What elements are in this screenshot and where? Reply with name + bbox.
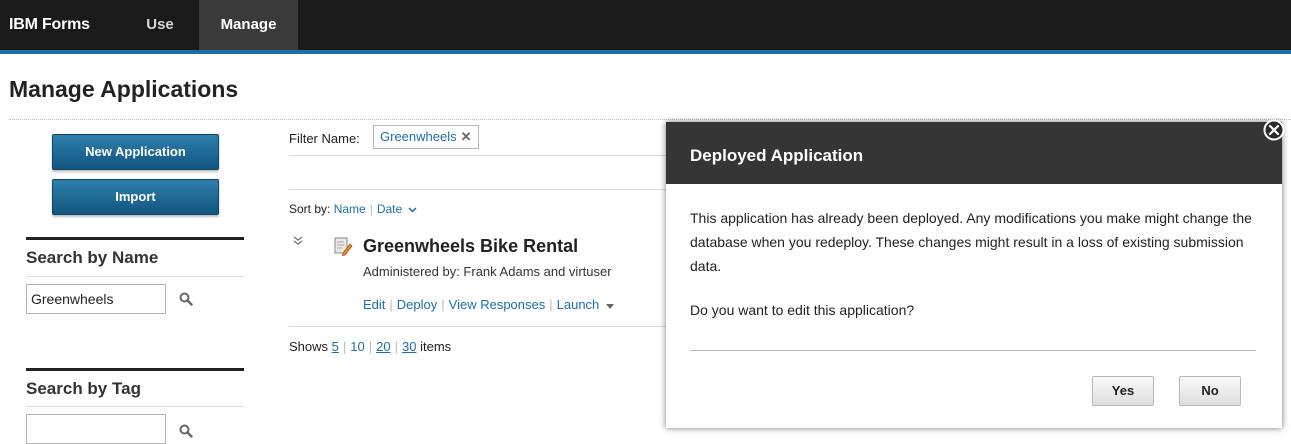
nav-manage[interactable]: Manage: [199, 0, 298, 50]
search-by-name-rule: [26, 237, 244, 240]
divider: |: [441, 297, 445, 312]
sort-by-date-link[interactable]: Date: [377, 202, 402, 216]
dialog-message: This application has already been deploy…: [690, 210, 1252, 274]
sort-bar: Sort by: Name | Date: [289, 202, 417, 216]
application-actions: Edit | Deploy | View Responses | Launch: [363, 297, 614, 312]
filter-chip-text: Greenwheels: [380, 129, 457, 144]
page-size-20[interactable]: 20: [376, 339, 390, 354]
sort-label: Sort by:: [289, 202, 331, 216]
view-responses-link[interactable]: View Responses: [449, 297, 546, 312]
yes-button[interactable]: Yes: [1092, 376, 1154, 406]
import-button[interactable]: Import: [52, 179, 219, 215]
launch-link[interactable]: Launch: [557, 297, 600, 312]
sort-divider: [289, 189, 666, 190]
title-divider: [9, 119, 1291, 120]
divider: |: [389, 297, 393, 312]
expand-toggle-icon[interactable]: [293, 236, 303, 246]
search-by-tag-title: Search by Tag: [26, 379, 141, 398]
divider: |: [394, 339, 398, 354]
caret-down-icon[interactable]: [605, 304, 614, 309]
deployed-application-dialog: Deployed Application This application ha…: [666, 122, 1282, 428]
filter-chip: Greenwheels ✕: [373, 125, 479, 149]
nav-use[interactable]: Use: [128, 0, 192, 50]
remove-filter-icon[interactable]: ✕: [461, 129, 472, 144]
sort-by-name-link[interactable]: Name: [334, 202, 366, 216]
deploy-link[interactable]: Deploy: [397, 297, 437, 312]
search-icon[interactable]: [179, 292, 193, 306]
search-by-tag-input[interactable]: [26, 414, 166, 444]
edit-link[interactable]: Edit: [363, 297, 385, 312]
top-navigation-bar: IBM Forms Use Manage: [0, 0, 1291, 54]
divider: |: [369, 202, 373, 216]
dialog-title: Deployed Application: [690, 146, 864, 165]
divider: |: [549, 297, 553, 312]
search-by-tag-rule: [26, 368, 244, 371]
search-by-name-input[interactable]: [26, 284, 166, 314]
page-title: Manage Applications: [9, 76, 239, 102]
new-application-button[interactable]: New Application: [52, 134, 219, 170]
chevron-down-icon[interactable]: [408, 207, 417, 213]
search-icon[interactable]: [179, 424, 193, 438]
application-administrators: Administered by: Frank Adams and virtuse…: [363, 264, 612, 279]
list-divider: [289, 326, 666, 327]
form-document-icon: [334, 237, 353, 256]
divider: |: [368, 339, 373, 354]
dialog-question: Do you want to edit this application?: [690, 302, 915, 318]
brand-logo-text: IBM Forms: [9, 16, 90, 33]
filter-divider: [289, 155, 666, 156]
dialog-header: Deployed Application: [666, 122, 1282, 184]
page-size-10[interactable]: 10: [350, 339, 364, 354]
shows-label: Shows: [289, 339, 329, 354]
search-by-name-divider: [26, 276, 244, 277]
dialog-divider: [690, 350, 1256, 351]
search-by-tag-divider: [26, 406, 244, 407]
search-by-name-title: Search by Name: [26, 248, 159, 267]
page-size-5[interactable]: 5: [332, 339, 339, 354]
close-icon[interactable]: [1263, 119, 1285, 141]
filter-name-label: Filter Name:: [289, 131, 360, 146]
divider: |: [342, 339, 347, 354]
application-name[interactable]: Greenwheels Bike Rental: [363, 236, 578, 257]
page-size-selector: Shows 5 | 10 | 20 | 30 items: [289, 339, 451, 354]
no-button[interactable]: No: [1179, 376, 1241, 406]
page-size-30[interactable]: 30: [402, 339, 416, 354]
items-label: items: [420, 339, 452, 354]
